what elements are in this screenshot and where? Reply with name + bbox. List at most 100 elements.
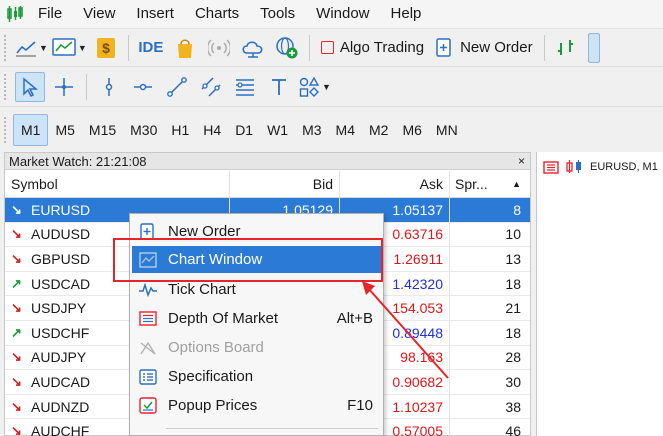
menu-window[interactable]: Window bbox=[306, 0, 380, 28]
toolbar-overflow-button[interactable] bbox=[587, 32, 600, 63]
timeframe-h4[interactable]: H4 bbox=[196, 114, 228, 146]
menu-item-depth-of-market[interactable]: Depth Of Market Alt+B bbox=[132, 305, 381, 332]
market-button[interactable] bbox=[170, 33, 200, 63]
chart-panel: EURUSD, M1 bbox=[536, 152, 663, 436]
market-watch-title: Market Watch: 21:21:08 bbox=[9, 154, 147, 169]
chevron-down-icon[interactable]: ▼ bbox=[78, 43, 87, 53]
timeframe-m5[interactable]: M5 bbox=[48, 114, 81, 146]
toolbar-divider bbox=[543, 34, 545, 61]
chart-templates-icon bbox=[52, 37, 76, 56]
crosshair-icon bbox=[55, 77, 73, 96]
timeframe-m1[interactable]: M1 bbox=[13, 113, 49, 146]
toolbar-grip[interactable] bbox=[4, 73, 8, 100]
signal-icon bbox=[207, 38, 230, 57]
cursor-tool[interactable] bbox=[15, 71, 45, 102]
chart-tab-label: EURUSD, M1 bbox=[590, 161, 658, 173]
svg-text:$: $ bbox=[102, 40, 110, 56]
app-logo-icon[interactable] bbox=[0, 0, 30, 28]
menu-file[interactable]: File bbox=[30, 0, 73, 28]
fibonacci-icon bbox=[236, 78, 254, 96]
tick-chart-icon bbox=[132, 282, 164, 297]
vertical-line-tool[interactable] bbox=[94, 72, 124, 102]
text-tool[interactable] bbox=[264, 72, 294, 102]
column-ask[interactable]: Ask bbox=[339, 171, 449, 197]
timeframe-m6[interactable]: M6 bbox=[395, 114, 428, 146]
timeframe-d1[interactable]: D1 bbox=[228, 114, 260, 146]
fibonacci-tool[interactable] bbox=[230, 72, 260, 102]
toolbar-divider bbox=[308, 34, 310, 61]
toolbar-grip[interactable] bbox=[4, 116, 8, 143]
cell-spread: 38 bbox=[449, 394, 529, 419]
chevron-down-icon[interactable]: ▼ bbox=[322, 82, 331, 92]
column-bid[interactable]: Bid bbox=[229, 171, 339, 197]
menu-bar: File View Insert Charts Tools Window Hel… bbox=[0, 0, 663, 28]
ide-button[interactable]: IDE bbox=[136, 33, 166, 63]
candlestick-icon bbox=[566, 160, 581, 173]
timeframe-w1[interactable]: W1 bbox=[260, 114, 295, 146]
signals-button[interactable] bbox=[204, 33, 234, 63]
arrow-down-icon: ↘ bbox=[11, 349, 22, 365]
timeframes-toolbar: M1 M5 M15 M30 H1 H4 D1 W1 M3 M4 M2 M6 MN bbox=[0, 106, 663, 152]
timeframe-m3[interactable]: M3 bbox=[295, 114, 328, 146]
timeframe-m4[interactable]: M4 bbox=[329, 114, 362, 146]
annotation-highlight-box bbox=[113, 238, 383, 282]
menu-item-specification[interactable]: Specification bbox=[132, 363, 381, 390]
timeframe-m15[interactable]: M15 bbox=[82, 114, 123, 146]
vps-button[interactable] bbox=[238, 33, 268, 63]
column-symbol[interactable]: Symbol bbox=[5, 176, 229, 192]
trading-button[interactable]: $ bbox=[91, 33, 121, 63]
popup-prices-icon bbox=[132, 397, 164, 414]
chevron-down-icon[interactable]: ▼ bbox=[39, 43, 48, 53]
cloud-icon bbox=[242, 40, 263, 58]
toolbar-grip[interactable] bbox=[4, 34, 8, 61]
timeframe-m2[interactable]: M2 bbox=[362, 114, 395, 146]
cell-spread: 46 bbox=[449, 419, 529, 436]
new-order-icon bbox=[436, 37, 451, 57]
horizontal-line-tool[interactable] bbox=[128, 72, 158, 102]
cell-spread: 18 bbox=[449, 271, 529, 296]
chart-type-button[interactable]: ▼ bbox=[15, 33, 48, 63]
cell-spread: 28 bbox=[449, 345, 529, 370]
menu-view[interactable]: View bbox=[73, 0, 126, 28]
globe-add-icon bbox=[276, 36, 298, 58]
menu-help[interactable]: Help bbox=[381, 0, 433, 28]
arrow-down-icon: ↘ bbox=[11, 226, 22, 242]
one-click-trading-button[interactable] bbox=[552, 33, 582, 63]
arrow-up-icon: ↗ bbox=[11, 275, 22, 291]
algo-trading-button[interactable]: Algo Trading bbox=[317, 33, 428, 63]
shapes-tool[interactable]: ▼ bbox=[298, 72, 331, 102]
shortcut-label: Alt+B bbox=[336, 310, 373, 327]
timeframe-h1[interactable]: H1 bbox=[164, 114, 196, 146]
menu-tools[interactable]: Tools bbox=[250, 0, 306, 28]
community-button[interactable] bbox=[272, 33, 302, 63]
cursor-arrow-icon bbox=[23, 76, 39, 97]
cell-spread: 13 bbox=[449, 247, 529, 271]
timeframe-m30[interactable]: M30 bbox=[123, 114, 164, 146]
arrow-down-icon: ↘ bbox=[11, 423, 22, 436]
channel-tool[interactable] bbox=[196, 72, 226, 102]
chart-tab[interactable]: EURUSD, M1 bbox=[543, 160, 658, 174]
menu-insert[interactable]: Insert bbox=[126, 0, 185, 28]
cell-spread: 30 bbox=[449, 370, 529, 394]
shopping-bag-icon bbox=[177, 38, 192, 58]
menu-item-popup-prices[interactable]: Popup Prices F10 bbox=[132, 392, 381, 419]
arrow-down-icon: ↘ bbox=[11, 201, 22, 217]
equidistant-channel-icon bbox=[201, 76, 221, 97]
toolbar-divider bbox=[86, 73, 87, 100]
specification-icon bbox=[132, 368, 164, 385]
close-icon[interactable]: × bbox=[518, 153, 525, 170]
cell-spread: 21 bbox=[449, 296, 529, 320]
stop-square-icon bbox=[320, 41, 334, 54]
sort-up-icon: ▲ bbox=[512, 179, 521, 189]
column-spread[interactable]: Spr... ▲ bbox=[449, 171, 529, 197]
menu-charts[interactable]: Charts bbox=[185, 0, 250, 28]
templates-button[interactable]: ▼ bbox=[52, 33, 87, 63]
arrow-down-icon: ↘ bbox=[11, 300, 22, 316]
timeframe-mn[interactable]: MN bbox=[429, 114, 465, 146]
cell-spread: 18 bbox=[449, 320, 529, 345]
trendline-tool[interactable] bbox=[162, 72, 192, 102]
arrow-up-icon: ↗ bbox=[11, 324, 22, 340]
crosshair-tool[interactable] bbox=[49, 72, 79, 102]
new-order-button[interactable]: New Order bbox=[432, 33, 537, 63]
chart-window-icon bbox=[543, 160, 559, 174]
